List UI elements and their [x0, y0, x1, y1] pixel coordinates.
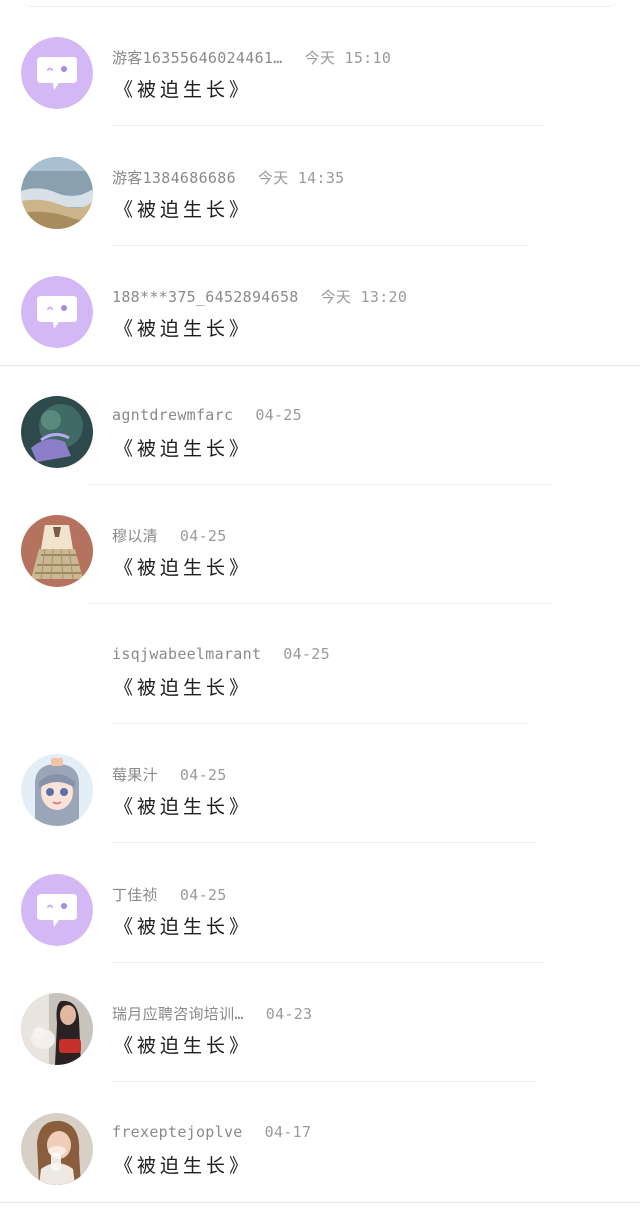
list-item[interactable]: 游客1384686686 今天 14:35 《被迫生长》 [0, 127, 640, 246]
chat-bubble-icon [21, 874, 93, 946]
comment-content[interactable]: 《被迫生长》 [114, 195, 252, 222]
beach-photo [21, 157, 93, 229]
timestamp: 04-23 [265, 1005, 313, 1023]
chat-bubble-icon [21, 276, 93, 348]
username[interactable]: 瑞月应聘咨询培训… [112, 1005, 244, 1023]
username[interactable]: agntdrewmfarc [112, 406, 233, 424]
divider [112, 125, 544, 126]
comment-meta: 穆以清 04-25 [112, 525, 227, 546]
list-item[interactable]: 穆以清 04-25 《被迫生长》 [0, 485, 640, 604]
comment-content[interactable]: 《被迫生长》 [114, 792, 252, 819]
timestamp: 04-25 [179, 766, 227, 784]
divider [112, 842, 536, 843]
timestamp: 今天 15:10 [304, 49, 392, 67]
woman-drink-photo [21, 1113, 93, 1185]
timestamp: 04-25 [255, 406, 302, 424]
woman-cat-photo [21, 993, 93, 1065]
username[interactable]: 丁佳祯 [112, 886, 158, 904]
timestamp: 04-17 [264, 1123, 312, 1141]
list-item[interactable]: isqjwabeelmarant 04-25 《被迫生长》 [0, 605, 640, 724]
comment-content[interactable]: 《被迫生长》 [114, 1151, 252, 1178]
avatar[interactable] [21, 993, 93, 1065]
comment-content[interactable]: 《被迫生长》 [114, 673, 252, 700]
divider [112, 1081, 536, 1082]
list-item[interactable]: agntdrewmfarc 04-25 《被迫生长》 [0, 366, 640, 485]
timestamp: 04-25 [179, 886, 227, 904]
list-item[interactable]: frexeptejoplve 04-17 《被迫生长》 [0, 1083, 640, 1202]
comment-content[interactable]: 《被迫生长》 [114, 434, 252, 461]
divider [88, 603, 552, 604]
username[interactable]: 穆以清 [112, 527, 158, 545]
username[interactable]: 莓果汁 [112, 766, 158, 784]
comment-meta: 游客1384686686 今天 14:35 [112, 167, 345, 188]
avatar[interactable] [21, 874, 93, 946]
comment-meta: 瑞月应聘咨询培训… 04-23 [112, 1003, 312, 1024]
username[interactable]: 游客16355646024461… [112, 49, 283, 67]
comment-meta: isqjwabeelmarant 04-25 [112, 645, 330, 663]
comment-meta: agntdrewmfarc 04-25 [112, 406, 302, 424]
comment-meta: 莓果汁 04-25 [112, 764, 227, 785]
anime-uniform-photo [21, 515, 93, 587]
section-divider [0, 1202, 640, 1203]
dark-art-photo [21, 396, 93, 468]
anime-girl-photo [21, 754, 93, 826]
username[interactable]: 188***375_6452894658 [112, 288, 299, 306]
list-item[interactable]: 丁佳祯 04-25 《被迫生长》 [0, 844, 640, 963]
comment-meta: frexeptejoplve 04-17 [112, 1123, 311, 1141]
list-item[interactable]: 游客16355646024461… 今天 15:10 《被迫生长》 [0, 7, 640, 126]
comment-meta: 188***375_6452894658 今天 13:20 [112, 286, 407, 307]
comment-content[interactable]: 《被迫生长》 [114, 75, 252, 102]
timestamp: 04-25 [283, 645, 330, 663]
comment-content[interactable]: 《被迫生长》 [114, 1031, 252, 1058]
avatar[interactable] [21, 1113, 93, 1185]
list-item[interactable]: 瑞月应聘咨询培训… 04-23 《被迫生长》 [0, 963, 640, 1082]
list-item[interactable]: 188***375_6452894658 今天 13:20 《被迫生长》 [0, 246, 640, 365]
chat-bubble-icon [21, 37, 93, 109]
avatar[interactable] [21, 157, 93, 229]
top-card-edge [24, 0, 616, 7]
comment-meta: 游客16355646024461… 今天 15:10 [112, 47, 391, 68]
comment-content[interactable]: 《被迫生长》 [114, 314, 252, 341]
comment-meta: 丁佳祯 04-25 [112, 884, 227, 905]
timestamp: 04-25 [179, 527, 227, 545]
list-item[interactable]: 莓果汁 04-25 《被迫生长》 [0, 724, 640, 843]
comment-content[interactable]: 《被迫生长》 [114, 912, 252, 939]
username[interactable]: frexeptejoplve [112, 1123, 243, 1141]
avatar[interactable] [21, 276, 93, 348]
comment-content[interactable]: 《被迫生长》 [114, 553, 252, 580]
avatar[interactable] [21, 515, 93, 587]
username[interactable]: 游客1384686686 [112, 169, 236, 187]
username[interactable]: isqjwabeelmarant [112, 645, 261, 663]
timestamp: 今天 13:20 [320, 288, 408, 306]
avatar[interactable] [21, 37, 93, 109]
timestamp: 今天 14:35 [257, 169, 345, 187]
avatar[interactable] [21, 754, 93, 826]
avatar[interactable] [21, 396, 93, 468]
